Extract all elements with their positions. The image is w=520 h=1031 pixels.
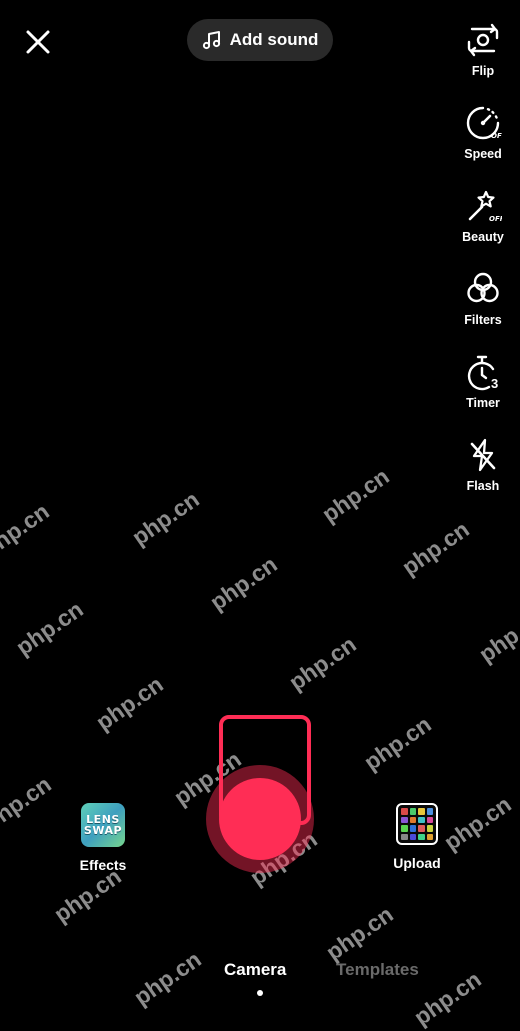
beauty-button[interactable]: OFF Beauty [453, 186, 513, 244]
watermark-text: php.cn [205, 550, 282, 616]
magic-wand-icon: OFF [468, 190, 502, 223]
mode-tab-templates[interactable]: Templates [336, 960, 419, 980]
effect-thumb-line2: SWAP [83, 824, 123, 837]
speed-button[interactable]: OFF Speed [453, 103, 513, 161]
selected-mode-indicator [257, 990, 263, 996]
effects-button[interactable]: LENS SWAP Effects [74, 803, 132, 873]
gallery-thumbnail [396, 803, 438, 845]
watermark-text: php.cn [359, 710, 436, 776]
watermark-text: php.cn [11, 595, 88, 661]
add-sound-label: Add sound [229, 30, 319, 49]
mode-switcher: Camera Templates [0, 958, 520, 996]
flip-button[interactable]: Flip [453, 20, 513, 78]
flash-label: Flash [466, 479, 500, 493]
mode-tab-camera[interactable]: Camera [224, 960, 286, 980]
record-button[interactable] [206, 713, 314, 873]
flash-button[interactable]: Flash [453, 435, 513, 493]
record-core [219, 778, 301, 860]
speed-gauge-icon: OFF [466, 106, 502, 140]
timer-icon: 3 [467, 355, 498, 391]
speed-off-badge: OFF [491, 132, 502, 140]
watermark-text: php.cn [397, 515, 474, 581]
watermark-text: php.cn [474, 602, 520, 668]
flip-label: Flip [471, 64, 495, 78]
effects-label: Effects [79, 857, 127, 873]
flip-camera-icon [467, 23, 499, 57]
watermark-text: php.cn [91, 670, 168, 736]
beauty-off-badge: OFF [489, 215, 502, 223]
timer-label: Timer [466, 396, 500, 410]
timer-badge: 3 [491, 376, 498, 391]
filters-icon [467, 272, 499, 303]
filters-label: Filters [464, 313, 502, 327]
watermark-text: php.cn [127, 485, 204, 551]
upload-label: Upload [393, 855, 441, 871]
close-icon [26, 30, 50, 54]
filters-button[interactable]: Filters [453, 269, 513, 327]
flash-off-icon [470, 438, 496, 472]
beauty-label: Beauty [462, 230, 504, 244]
watermark-text: php.cn [0, 770, 56, 836]
close-button[interactable] [22, 26, 54, 58]
add-sound-button[interactable]: Add sound [187, 19, 333, 61]
watermark-text: php.cn [284, 630, 361, 696]
watermark-text: php.cn [317, 462, 394, 528]
watermark-text: php.cn [321, 900, 398, 966]
watermark-text: php.cn [0, 497, 54, 563]
speed-label: Speed [464, 147, 502, 161]
upload-button[interactable]: Upload [387, 803, 447, 871]
lens-swap-effect-thumbnail: LENS SWAP [81, 803, 125, 847]
watermark-text: php.cn [439, 790, 516, 856]
timer-button[interactable]: 3 Timer [453, 352, 513, 410]
music-note-icon [202, 31, 220, 50]
